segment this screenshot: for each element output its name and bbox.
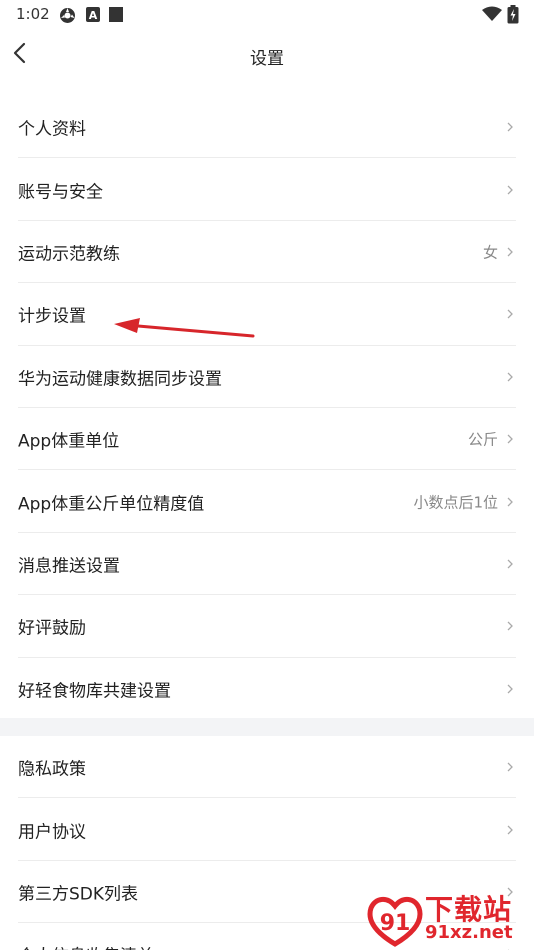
settings-row-weight-unit[interactable]: App体重单位 公斤 [0, 408, 534, 471]
row-value: 小数点后1位 [413, 493, 498, 512]
row-label: 消息推送设置 [18, 556, 120, 577]
status-bar: 1:02 A [0, 0, 534, 30]
row-label: 好轻食物库共建设置 [18, 681, 171, 702]
row-label: 运动示范教练 [18, 244, 120, 265]
settings-row-push[interactable]: 消息推送设置 [0, 533, 534, 596]
settings-row-food-library[interactable]: 好轻食物库共建设置 [0, 658, 534, 720]
settings-row-huawei-sync[interactable]: 华为运动健康数据同步设置 [0, 346, 534, 408]
chevron-right-icon [507, 185, 513, 195]
settings-row-coach[interactable]: 运动示范教练 女 [0, 221, 534, 284]
settings-list-main: 个人资料 账号与安全 运动示范教练 女 计步设置 华为运动健康数据同步设置 Ap… [0, 96, 534, 720]
row-label: App体重公斤单位精度值 [18, 494, 205, 515]
section-separator [0, 718, 534, 736]
chevron-right-icon [507, 621, 513, 631]
settings-row-profile[interactable]: 个人资料 [0, 96, 534, 159]
row-label: 华为运动健康数据同步设置 [18, 369, 222, 390]
row-label: 好评鼓励 [18, 618, 86, 639]
chevron-right-icon [507, 434, 513, 444]
settings-row-account-security[interactable]: 账号与安全 [0, 158, 534, 221]
row-label: 计步设置 [18, 306, 86, 327]
row-label: 个人信息收集清单 [18, 942, 154, 950]
status-time: 1:02 [16, 5, 50, 23]
settings-row-step-settings[interactable]: 计步设置 [0, 283, 534, 346]
row-value: 女 [482, 243, 498, 262]
watermark-logo-icon: 91 [367, 897, 423, 947]
chevron-right-icon [507, 122, 513, 132]
watermark-domain: 91xz.net [425, 922, 513, 943]
row-value: 公斤 [467, 430, 498, 449]
row-label: 个人资料 [18, 119, 86, 140]
nav-bar: 设置 [0, 30, 534, 82]
wifi-icon [482, 6, 502, 21]
chevron-right-icon [507, 825, 513, 835]
chevron-right-icon [507, 372, 513, 382]
settings-row-user-agreement[interactable]: 用户协议 [0, 798, 534, 861]
a-badge-icon: A [86, 7, 100, 22]
settings-row-rating[interactable]: 好评鼓励 [0, 595, 534, 658]
row-label: App体重单位 [18, 431, 120, 452]
page-title: 设置 [250, 49, 284, 69]
svg-text:A: A [89, 9, 98, 22]
square-icon [109, 7, 123, 22]
chevron-right-icon [507, 247, 513, 257]
settings-row-privacy-policy[interactable]: 隐私政策 [0, 736, 534, 799]
chevron-right-icon [507, 762, 513, 772]
battery-icon [507, 5, 519, 24]
row-label: 隐私政策 [18, 759, 86, 780]
settings-row-weight-precision[interactable]: App体重公斤单位精度值 小数点后1位 [0, 470, 534, 533]
chevron-right-icon [507, 497, 513, 506]
chevron-right-icon [507, 309, 513, 319]
row-label: 第三方SDK列表 [18, 884, 139, 905]
row-label: 账号与安全 [18, 182, 103, 203]
row-label: 用户协议 [18, 822, 86, 843]
chevron-right-icon [507, 684, 513, 694]
watermark: 91 下载站 91xz.net [359, 888, 534, 950]
chevron-right-icon [507, 559, 513, 569]
svg-text:91: 91 [380, 911, 411, 936]
settings-icon [60, 8, 75, 23]
